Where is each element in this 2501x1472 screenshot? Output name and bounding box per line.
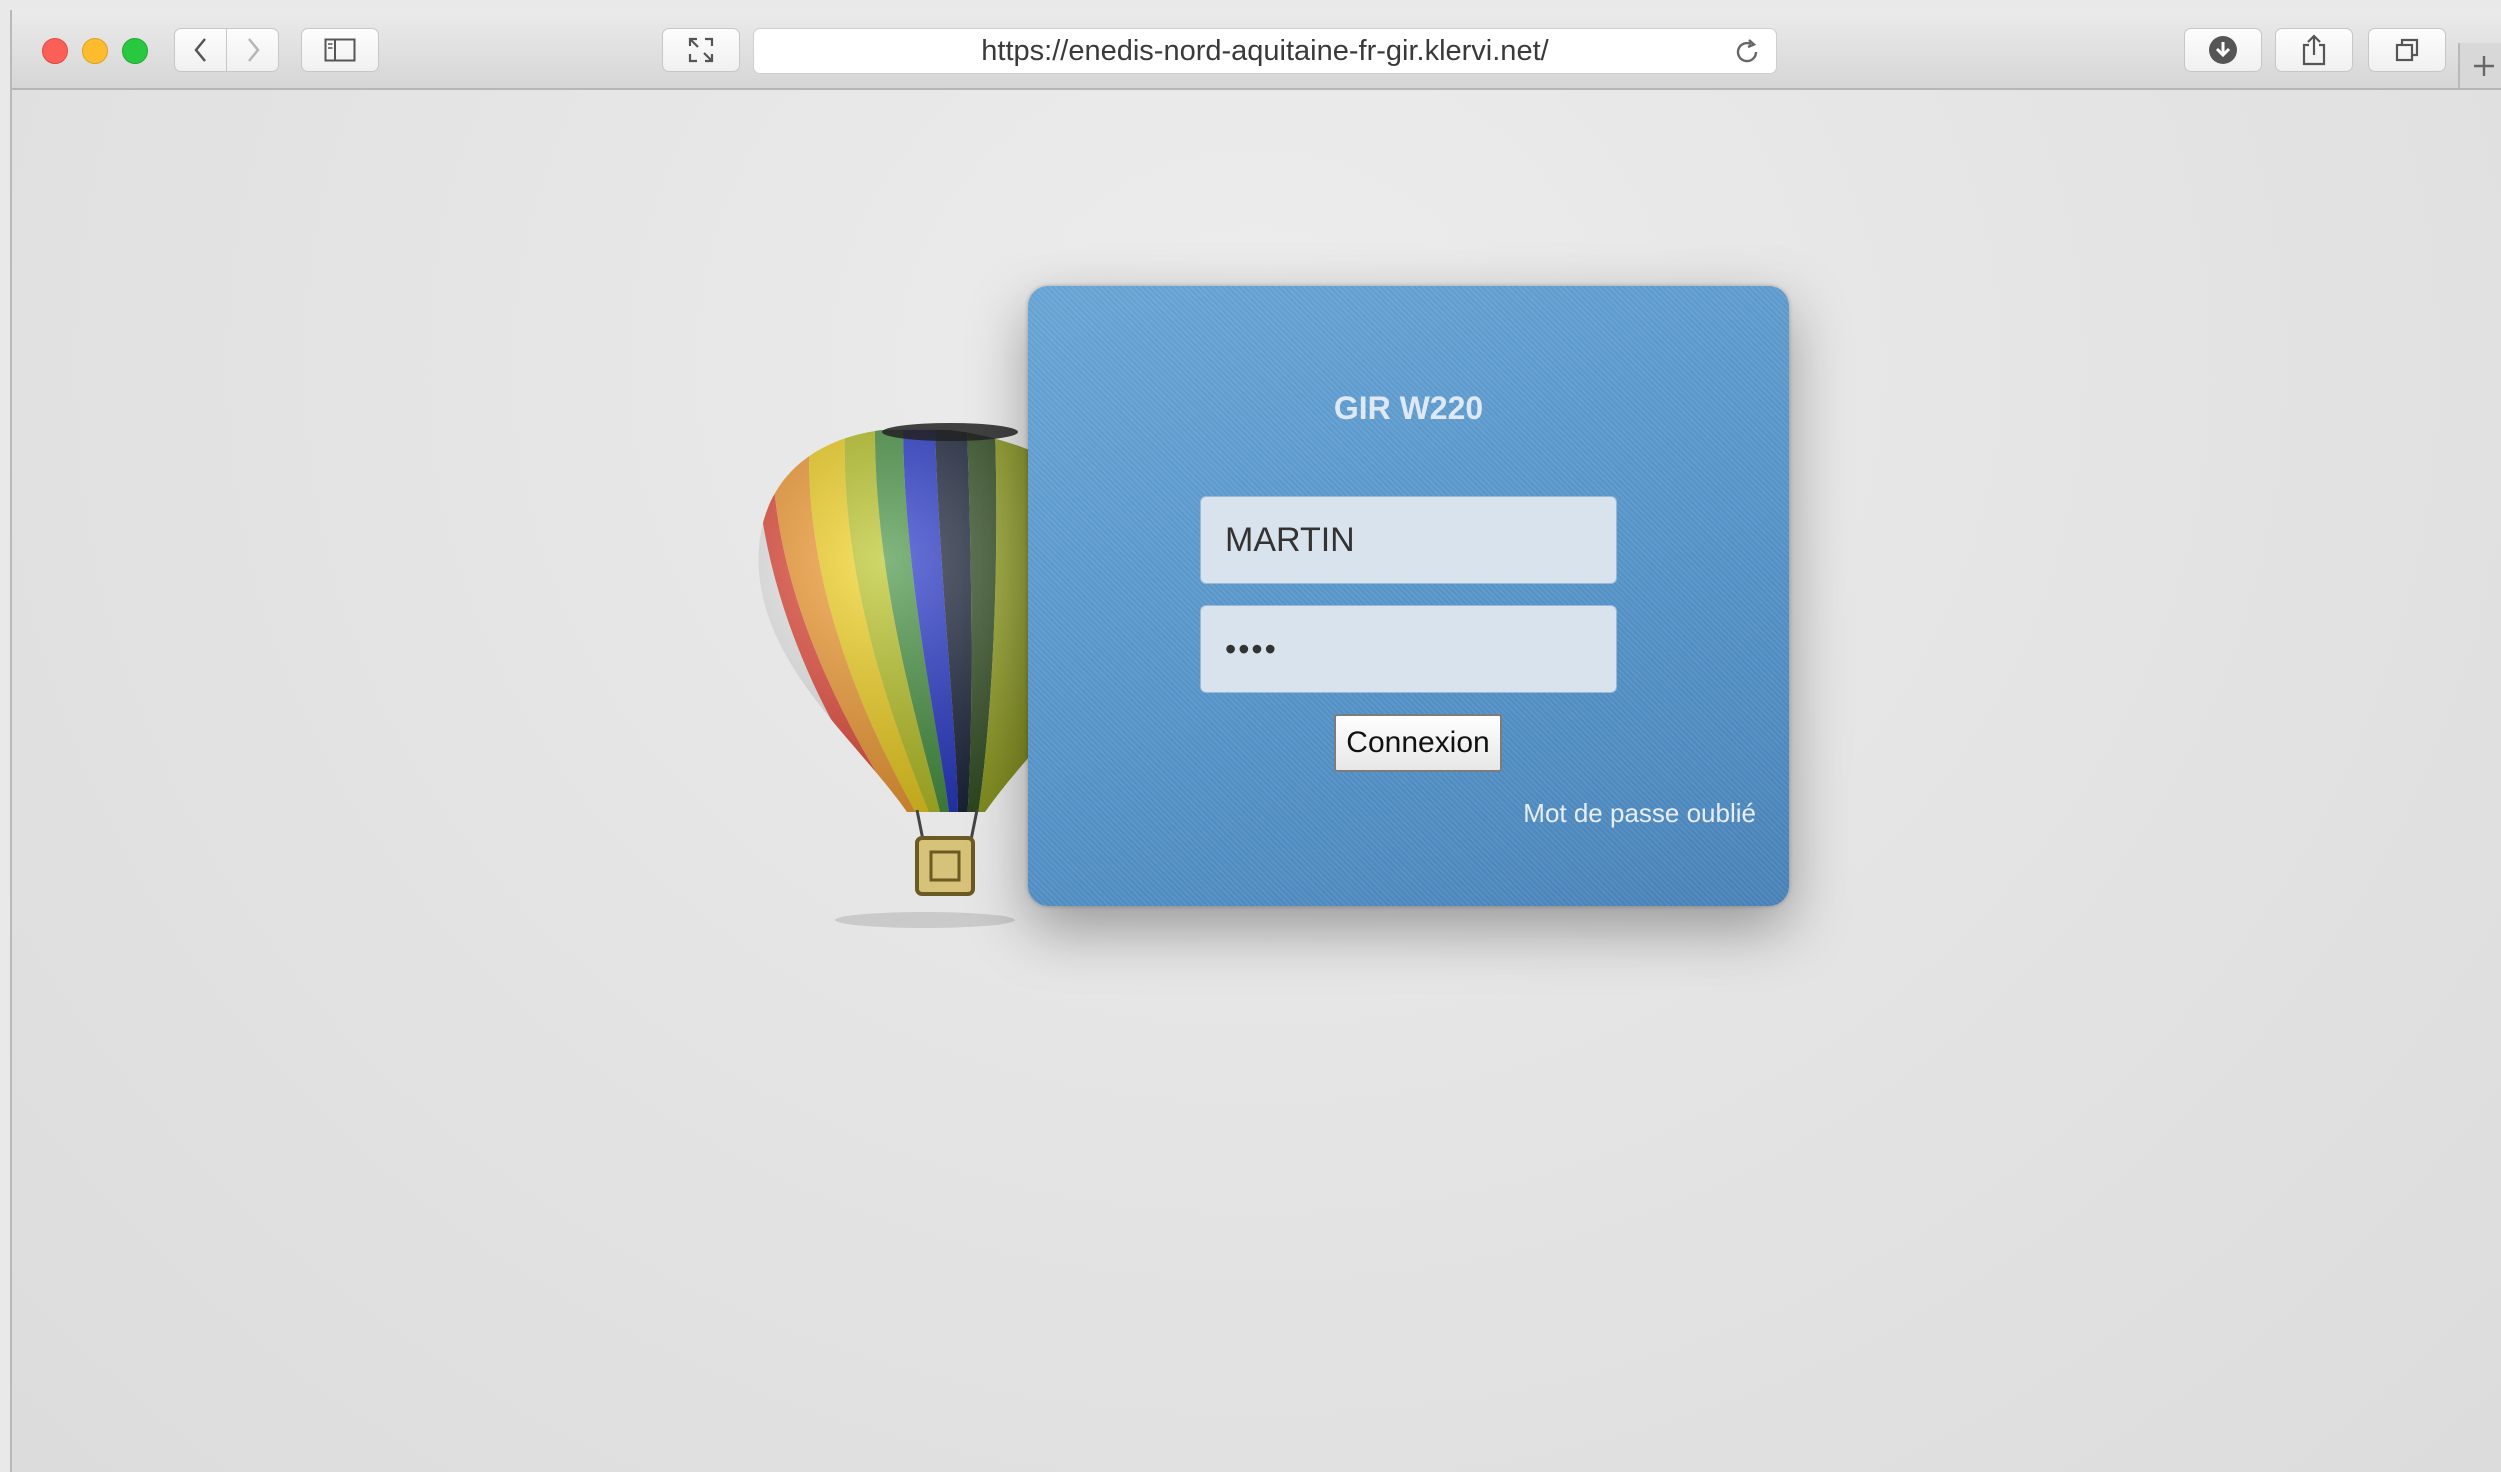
close-window-button[interactable] [42, 38, 68, 64]
hot-air-balloon-logo [758, 423, 1065, 928]
chevron-right-icon [247, 38, 260, 62]
tabs-icon [2395, 38, 2419, 62]
login-title: GIR W220 [1333, 390, 1484, 426]
new-tab-button[interactable] [2458, 43, 2501, 88]
address-bar[interactable]: https://enedis-nord-aquitaine-fr-gir.kle… [753, 28, 1777, 74]
username-input[interactable] [1200, 496, 1617, 584]
reload-icon[interactable] [1732, 37, 1762, 67]
url-text[interactable]: https://enedis-nord-aquitaine-fr-gir.kle… [754, 29, 1716, 73]
share-icon [2302, 34, 2326, 66]
download-icon [2209, 36, 2237, 64]
sidebar-toggle-button[interactable] [301, 28, 379, 72]
fullscreen-button[interactable] [662, 28, 740, 72]
connexion-button[interactable]: Connexion [1334, 714, 1502, 772]
sidebar-icon [324, 38, 356, 62]
login-panel: GIR W220 Connexion Mot de passe oublié [1028, 286, 1789, 906]
page-content: GIR W220 Connexion Mot de passe oublié [12, 90, 2501, 1472]
share-button[interactable] [2275, 28, 2353, 72]
forward-button[interactable] [226, 28, 279, 72]
back-button[interactable] [174, 28, 227, 72]
browser-toolbar: https://enedis-nord-aquitaine-fr-gir.kle… [12, 10, 2501, 90]
password-input[interactable] [1200, 605, 1617, 693]
chevron-left-icon [193, 38, 206, 62]
browser-window: https://enedis-nord-aquitaine-fr-gir.kle… [10, 10, 2501, 1472]
plus-icon [2474, 55, 2494, 76]
forgot-password-link[interactable]: Mot de passe oublié [1523, 798, 1756, 829]
tab-overview-button[interactable] [2368, 28, 2446, 72]
expand-icon [688, 37, 714, 63]
downloads-button[interactable] [2184, 28, 2262, 72]
minimize-window-button[interactable] [82, 38, 108, 64]
zoom-window-button[interactable] [122, 38, 148, 64]
